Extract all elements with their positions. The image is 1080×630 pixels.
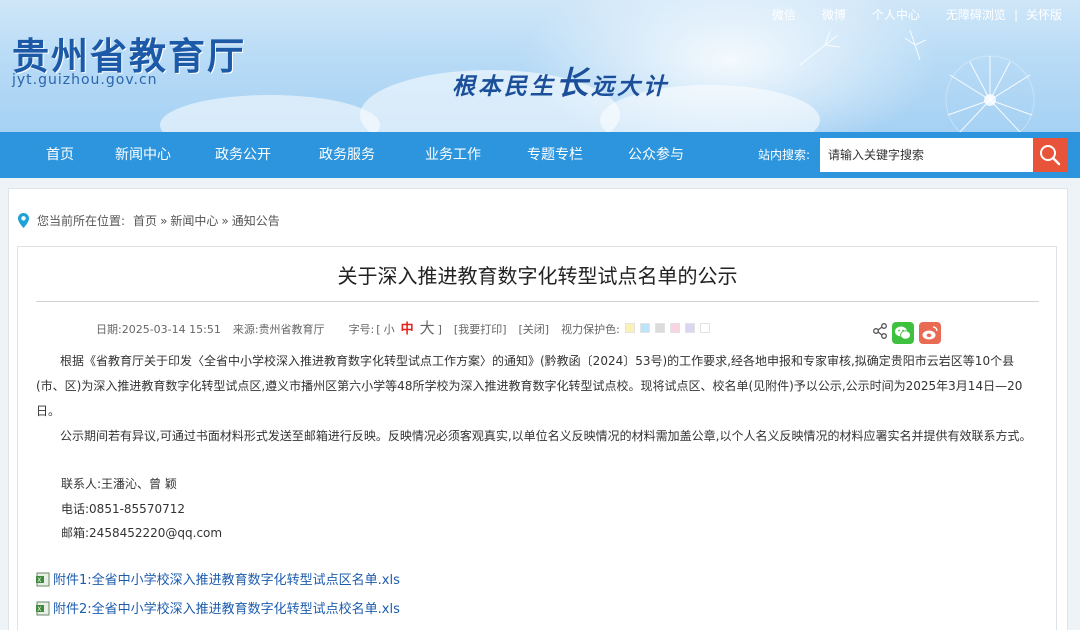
font-large-button[interactable]: 大 [420, 317, 435, 338]
attachment-2-label[interactable]: 附件2:全省中小学校深入推进教育数字化转型试点校名单.xls [53, 598, 400, 617]
nav-item-special-topics[interactable]: 专题专栏 [527, 132, 583, 178]
care-version-link[interactable]: 关怀版 [1026, 6, 1062, 23]
eye-color-yellow[interactable] [624, 323, 635, 333]
weibo-link[interactable]: 微博 [822, 6, 846, 23]
date-label: 日期: [96, 323, 122, 336]
article-body: 根据《省教育厅关于印发〈全省中小学校深入推进教育数字化转型试点工作方案〉的通知》… [36, 349, 1039, 449]
banner-slogan: 根本民生长远大计 [452, 58, 669, 104]
search-label: 站内搜索: [758, 148, 811, 162]
font-small-button[interactable]: 小 [384, 321, 395, 337]
print-button[interactable]: [我要打印] [454, 321, 507, 337]
source-value: 贵州省教育厅 [258, 323, 325, 336]
nav-item-gov-services[interactable]: 政务服务 [319, 132, 375, 178]
xls-file-icon: X [36, 601, 50, 615]
contact-email: 邮箱:2458452220@qq.com [61, 526, 223, 540]
eye-color-purple[interactable] [684, 323, 695, 333]
header-banner: 贵州省教育厅 jyt.guizhou.gov.cn 根本民生长远大计 微信 微博… [0, 0, 1080, 132]
share-icon[interactable] [873, 323, 887, 339]
dandelion-seed-decoration [799, 30, 841, 66]
wechat-link[interactable]: 微信 [772, 6, 796, 23]
nav-item-home[interactable]: 首页 [46, 132, 74, 178]
breadcrumb-notices[interactable]: 通知公告 [232, 212, 280, 229]
contact-person: 联系人:王潘沁、曾 颖 [61, 477, 177, 491]
attachment-1-label[interactable]: 附件1:全省中小学校深入推进教育数字化转型试点区名单.xls [53, 569, 400, 588]
wechat-share-icon[interactable] [892, 322, 914, 344]
slogan-big-char: 长 [556, 64, 592, 102]
bracket-open: [ [376, 323, 381, 336]
xls-file-icon: X [36, 572, 50, 586]
publish-date: 2025-03-14 15:51 [121, 323, 221, 336]
top-links: 微信 微博 个人中心 无障碍浏览 | 关怀版 [746, 6, 1062, 23]
font-medium-button[interactable]: 中 [401, 318, 414, 337]
breadcrumb-prefix: 您当前所在位置: [37, 214, 126, 228]
eye-protection-label: 视力保护色: [561, 323, 620, 336]
svg-text:X: X [37, 606, 41, 613]
eye-color-gray[interactable] [654, 323, 665, 333]
breadcrumb-separator: » [160, 213, 168, 228]
slogan-part1: 根本民生 [452, 73, 556, 100]
main-nav: 首页 新闻中心 政务公开 政务服务 业务工作 专题专栏 公众参与 站内搜索: [0, 132, 1080, 178]
dandelion-decoration [904, 29, 1035, 132]
breadcrumb-separator: » [221, 213, 229, 228]
search-button[interactable] [1033, 138, 1067, 172]
nav-item-news[interactable]: 新闻中心 [115, 132, 171, 178]
weibo-share-icon[interactable] [919, 322, 941, 344]
eye-color-white[interactable] [699, 323, 710, 333]
eye-color-pink[interactable] [669, 323, 680, 333]
site-domain: jyt.guizhou.gov.cn [12, 72, 158, 88]
search-icon [1040, 145, 1061, 166]
personal-center-link[interactable]: 个人中心 [872, 6, 920, 23]
font-size-label: 字号: [348, 323, 375, 336]
attachment-link-1[interactable]: X 附件1:全省中小学校深入推进教育数字化转型试点区名单.xls [36, 569, 400, 588]
location-pin-icon [18, 213, 29, 228]
accessibility-link[interactable]: 无障碍浏览 [946, 6, 1006, 23]
title-divider [36, 301, 1039, 302]
attachment-link-2[interactable]: X 附件2:全省中小学校深入推进教育数字化转型试点校名单.xls [36, 598, 400, 617]
search-input[interactable] [820, 138, 1033, 172]
banner-cloud [160, 95, 380, 132]
svg-text:X: X [37, 577, 41, 584]
article-paragraph: 根据《省教育厅关于印发〈全省中小学校深入推进教育数字化转型试点工作方案〉的通知》… [36, 354, 1023, 418]
top-links-separator: | [1013, 7, 1018, 22]
nav-item-public-participation[interactable]: 公众参与 [628, 132, 684, 178]
breadcrumb-home[interactable]: 首页 [133, 212, 157, 229]
slogan-part2: 远大计 [591, 73, 670, 100]
article-paragraph: 公示期间若有异议,可通过书面材料形式发送至邮箱进行反映。反映情况必须客观真实,以… [60, 429, 1032, 443]
bracket-close: ] [437, 323, 442, 336]
nav-item-business[interactable]: 业务工作 [425, 132, 481, 178]
contact-phone: 电话:0851-85570712 [61, 502, 185, 516]
breadcrumb: 您当前所在位置: 首页 » 新闻中心 » 通知公告 [18, 212, 280, 229]
article-title: 关于深入推进教育数字化转型试点名单的公示 [337, 264, 738, 288]
close-button[interactable]: [关闭] [519, 321, 550, 337]
source-label: 来源: [232, 323, 259, 336]
breadcrumb-news-center[interactable]: 新闻中心 [170, 212, 218, 229]
nav-item-gov-affairs[interactable]: 政务公开 [215, 132, 271, 178]
eye-color-blue[interactable] [639, 323, 650, 333]
article-meta: 日期: 2025-03-14 15:51 来源: 贵州省教育厅 字号: [ 小 … [96, 317, 710, 338]
